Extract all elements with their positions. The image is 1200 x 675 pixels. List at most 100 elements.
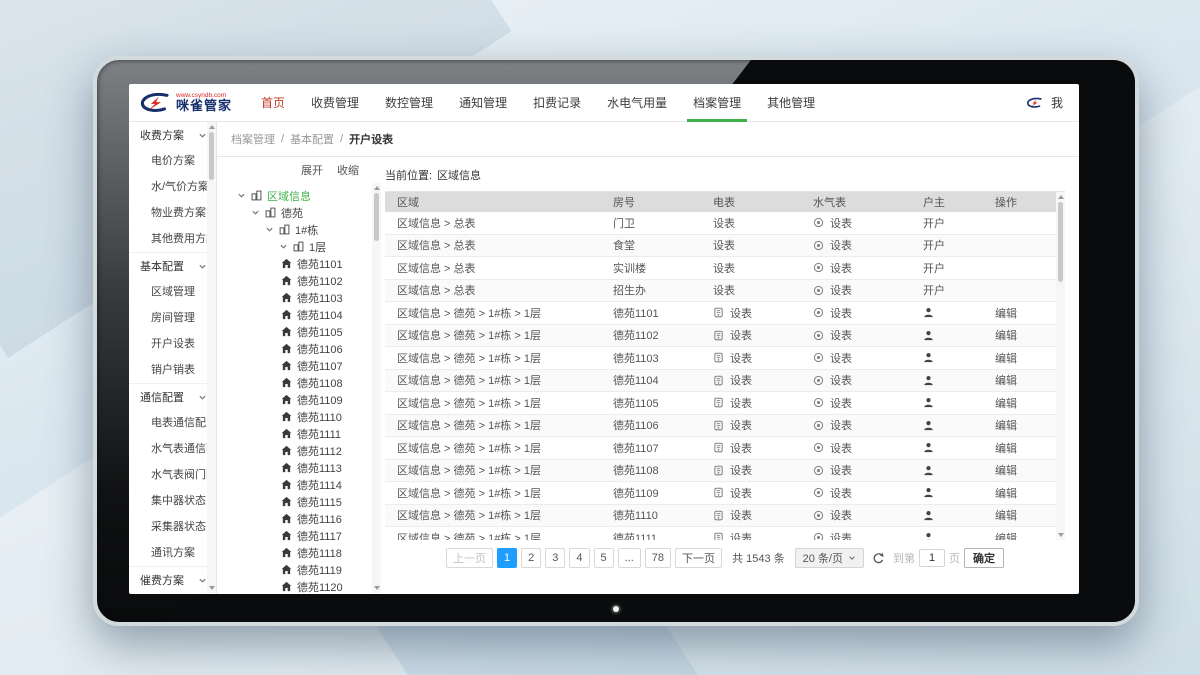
set-electric-meter-link[interactable]: 设表: [730, 372, 752, 388]
tree-node-德苑1112[interactable]: 德苑1112: [231, 442, 371, 459]
sidebar-section-title-催费方案[interactable]: 催费方案: [129, 567, 216, 593]
tree-node-德苑[interactable]: 德苑: [231, 204, 371, 221]
set-electric-meter-link[interactable]: 设表: [730, 417, 752, 433]
set-electric-meter-link[interactable]: 设表: [730, 507, 752, 523]
set-water-gas-meter-link[interactable]: 设表: [830, 417, 852, 433]
sidebar-item-电价方案[interactable]: 电价方案: [129, 148, 216, 174]
goto-page-input[interactable]: [919, 549, 945, 567]
page-button-4[interactable]: 4: [569, 548, 589, 568]
set-water-gas-meter-link[interactable]: 设表: [830, 372, 852, 388]
collapse-all-button[interactable]: 收缩: [337, 162, 359, 178]
set-electric-meter-link[interactable]: 设表: [730, 327, 752, 343]
scroll-down-arrow-icon[interactable]: [209, 586, 215, 590]
page-button-5[interactable]: 5: [594, 548, 614, 568]
scrollbar-thumb[interactable]: [1058, 202, 1063, 282]
set-electric-meter-link[interactable]: 设表: [730, 395, 752, 411]
tree-node-1层[interactable]: 1层: [231, 238, 371, 255]
set-electric-meter-link[interactable]: 设表: [730, 440, 752, 456]
edit-link[interactable]: 编辑: [995, 510, 1017, 522]
nav-item-其他管理[interactable]: 其他管理: [754, 84, 828, 121]
scrollbar-thumb[interactable]: [209, 132, 214, 180]
page-button-...[interactable]: ...: [618, 548, 641, 568]
set-water-gas-meter-link[interactable]: 设表: [830, 462, 852, 478]
scroll-down-arrow-icon[interactable]: [1058, 533, 1064, 537]
set-water-gas-meter-link[interactable]: 设表: [830, 260, 852, 276]
tree-node-德苑1108[interactable]: 德苑1108: [231, 374, 371, 391]
tree-node-德苑1109[interactable]: 德苑1109: [231, 391, 371, 408]
open-account-link[interactable]: 开户: [923, 215, 945, 231]
set-electric-meter-link[interactable]: 设表: [730, 485, 752, 501]
set-water-gas-meter-link[interactable]: 设表: [830, 440, 852, 456]
set-water-gas-meter-link[interactable]: 设表: [830, 327, 852, 343]
table-scrollbar[interactable]: [1056, 192, 1065, 540]
set-electric-meter-link[interactable]: 设表: [730, 305, 752, 321]
tree-node-德苑1106[interactable]: 德苑1106: [231, 340, 371, 357]
set-water-gas-meter-link[interactable]: 设表: [830, 282, 852, 298]
refresh-button[interactable]: [872, 552, 885, 565]
page-size-select[interactable]: 20 条/页: [795, 548, 864, 568]
page-button-3[interactable]: 3: [545, 548, 565, 568]
set-water-gas-meter-link[interactable]: 设表: [830, 350, 852, 366]
sidebar-item-水气表阀门配置[interactable]: 水气表阀门配置: [129, 462, 216, 488]
tree-node-1#栋[interactable]: 1#栋: [231, 221, 371, 238]
tree-node-德苑1119[interactable]: 德苑1119: [231, 561, 371, 578]
confirm-button[interactable]: 确定: [964, 548, 1004, 568]
set-water-gas-meter-link[interactable]: 设表: [830, 395, 852, 411]
nav-item-数控管理[interactable]: 数控管理: [372, 84, 446, 121]
scroll-up-arrow-icon[interactable]: [209, 125, 215, 129]
sidebar-item-水气表通信配置[interactable]: 水气表通信配置: [129, 436, 216, 462]
nav-item-首页[interactable]: 首页: [248, 84, 298, 121]
breadcrumb-part[interactable]: 基本配置: [290, 131, 334, 147]
edit-link[interactable]: 编辑: [995, 420, 1017, 432]
edit-link[interactable]: 编辑: [995, 330, 1017, 342]
edit-link[interactable]: 编辑: [995, 533, 1017, 540]
tree-node-德苑1101[interactable]: 德苑1101: [231, 255, 371, 272]
set-electric-meter-link[interactable]: 设表: [730, 530, 752, 540]
edit-link[interactable]: 编辑: [995, 465, 1017, 477]
sidebar-item-其他费用方案[interactable]: 其他费用方案: [129, 226, 216, 252]
set-water-gas-meter-link[interactable]: 设表: [830, 485, 852, 501]
sidebar-item-房间管理[interactable]: 房间管理: [129, 305, 216, 331]
set-water-gas-meter-link[interactable]: 设表: [830, 530, 852, 540]
nav-item-档案管理[interactable]: 档案管理: [680, 84, 754, 121]
edit-link[interactable]: 编辑: [995, 353, 1017, 365]
set-electric-meter-link[interactable]: 设表: [730, 350, 752, 366]
nav-item-收费管理[interactable]: 收费管理: [298, 84, 372, 121]
sidebar-item-水/气价方案[interactable]: 水/气价方案: [129, 174, 216, 200]
sidebar-item-开户设表[interactable]: 开户设表: [129, 331, 216, 357]
tree-node-德苑1118[interactable]: 德苑1118: [231, 544, 371, 561]
tree-node-德苑1105[interactable]: 德苑1105: [231, 323, 371, 340]
edit-link[interactable]: 编辑: [995, 488, 1017, 500]
tree-node-德苑1117[interactable]: 德苑1117: [231, 527, 371, 544]
sidebar-item-销户销表[interactable]: 销户销表: [129, 357, 216, 383]
set-electric-meter-link[interactable]: 设表: [730, 462, 752, 478]
nav-item-通知管理[interactable]: 通知管理: [446, 84, 520, 121]
nav-item-水电气用量[interactable]: 水电气用量: [594, 84, 680, 121]
user-menu-label[interactable]: 我: [1051, 94, 1063, 111]
tree-node-区域信息[interactable]: 区域信息: [231, 187, 371, 204]
brand-logo[interactable]: www.csyndb.com 咪雀管家: [139, 91, 232, 115]
tree-node-德苑1115[interactable]: 德苑1115: [231, 493, 371, 510]
sidebar-item-电表通信配置[interactable]: 电表通信配置: [129, 410, 216, 436]
page-button-2[interactable]: 2: [521, 548, 541, 568]
tree-node-德苑1113[interactable]: 德苑1113: [231, 459, 371, 476]
sidebar-item-物业费方案[interactable]: 物业费方案: [129, 200, 216, 226]
open-account-link[interactable]: 开户: [923, 260, 945, 276]
sidebar-item-通讯方案[interactable]: 通讯方案: [129, 540, 216, 566]
tree-node-德苑1102[interactable]: 德苑1102: [231, 272, 371, 289]
set-water-gas-meter-link[interactable]: 设表: [830, 237, 852, 253]
tree-node-德苑1104[interactable]: 德苑1104: [231, 306, 371, 323]
tree-node-德苑1103[interactable]: 德苑1103: [231, 289, 371, 306]
edit-link[interactable]: 编辑: [995, 398, 1017, 410]
tree-scrollbar[interactable]: [372, 183, 381, 593]
nav-item-扣费记录[interactable]: 扣费记录: [520, 84, 594, 121]
open-account-link[interactable]: 开户: [923, 237, 945, 253]
tree-node-德苑1107[interactable]: 德苑1107: [231, 357, 371, 374]
set-electric-meter-link[interactable]: 设表: [713, 282, 735, 298]
scroll-up-arrow-icon[interactable]: [1058, 195, 1064, 199]
tree-node-德苑1110[interactable]: 德苑1110: [231, 408, 371, 425]
sidebar-item-集中器状态[interactable]: 集中器状态: [129, 488, 216, 514]
sidebar-section-title-基本配置[interactable]: 基本配置: [129, 253, 216, 279]
sidebar-item-采集器状态[interactable]: 采集器状态: [129, 514, 216, 540]
prev-page-button[interactable]: 上一页: [446, 548, 493, 568]
